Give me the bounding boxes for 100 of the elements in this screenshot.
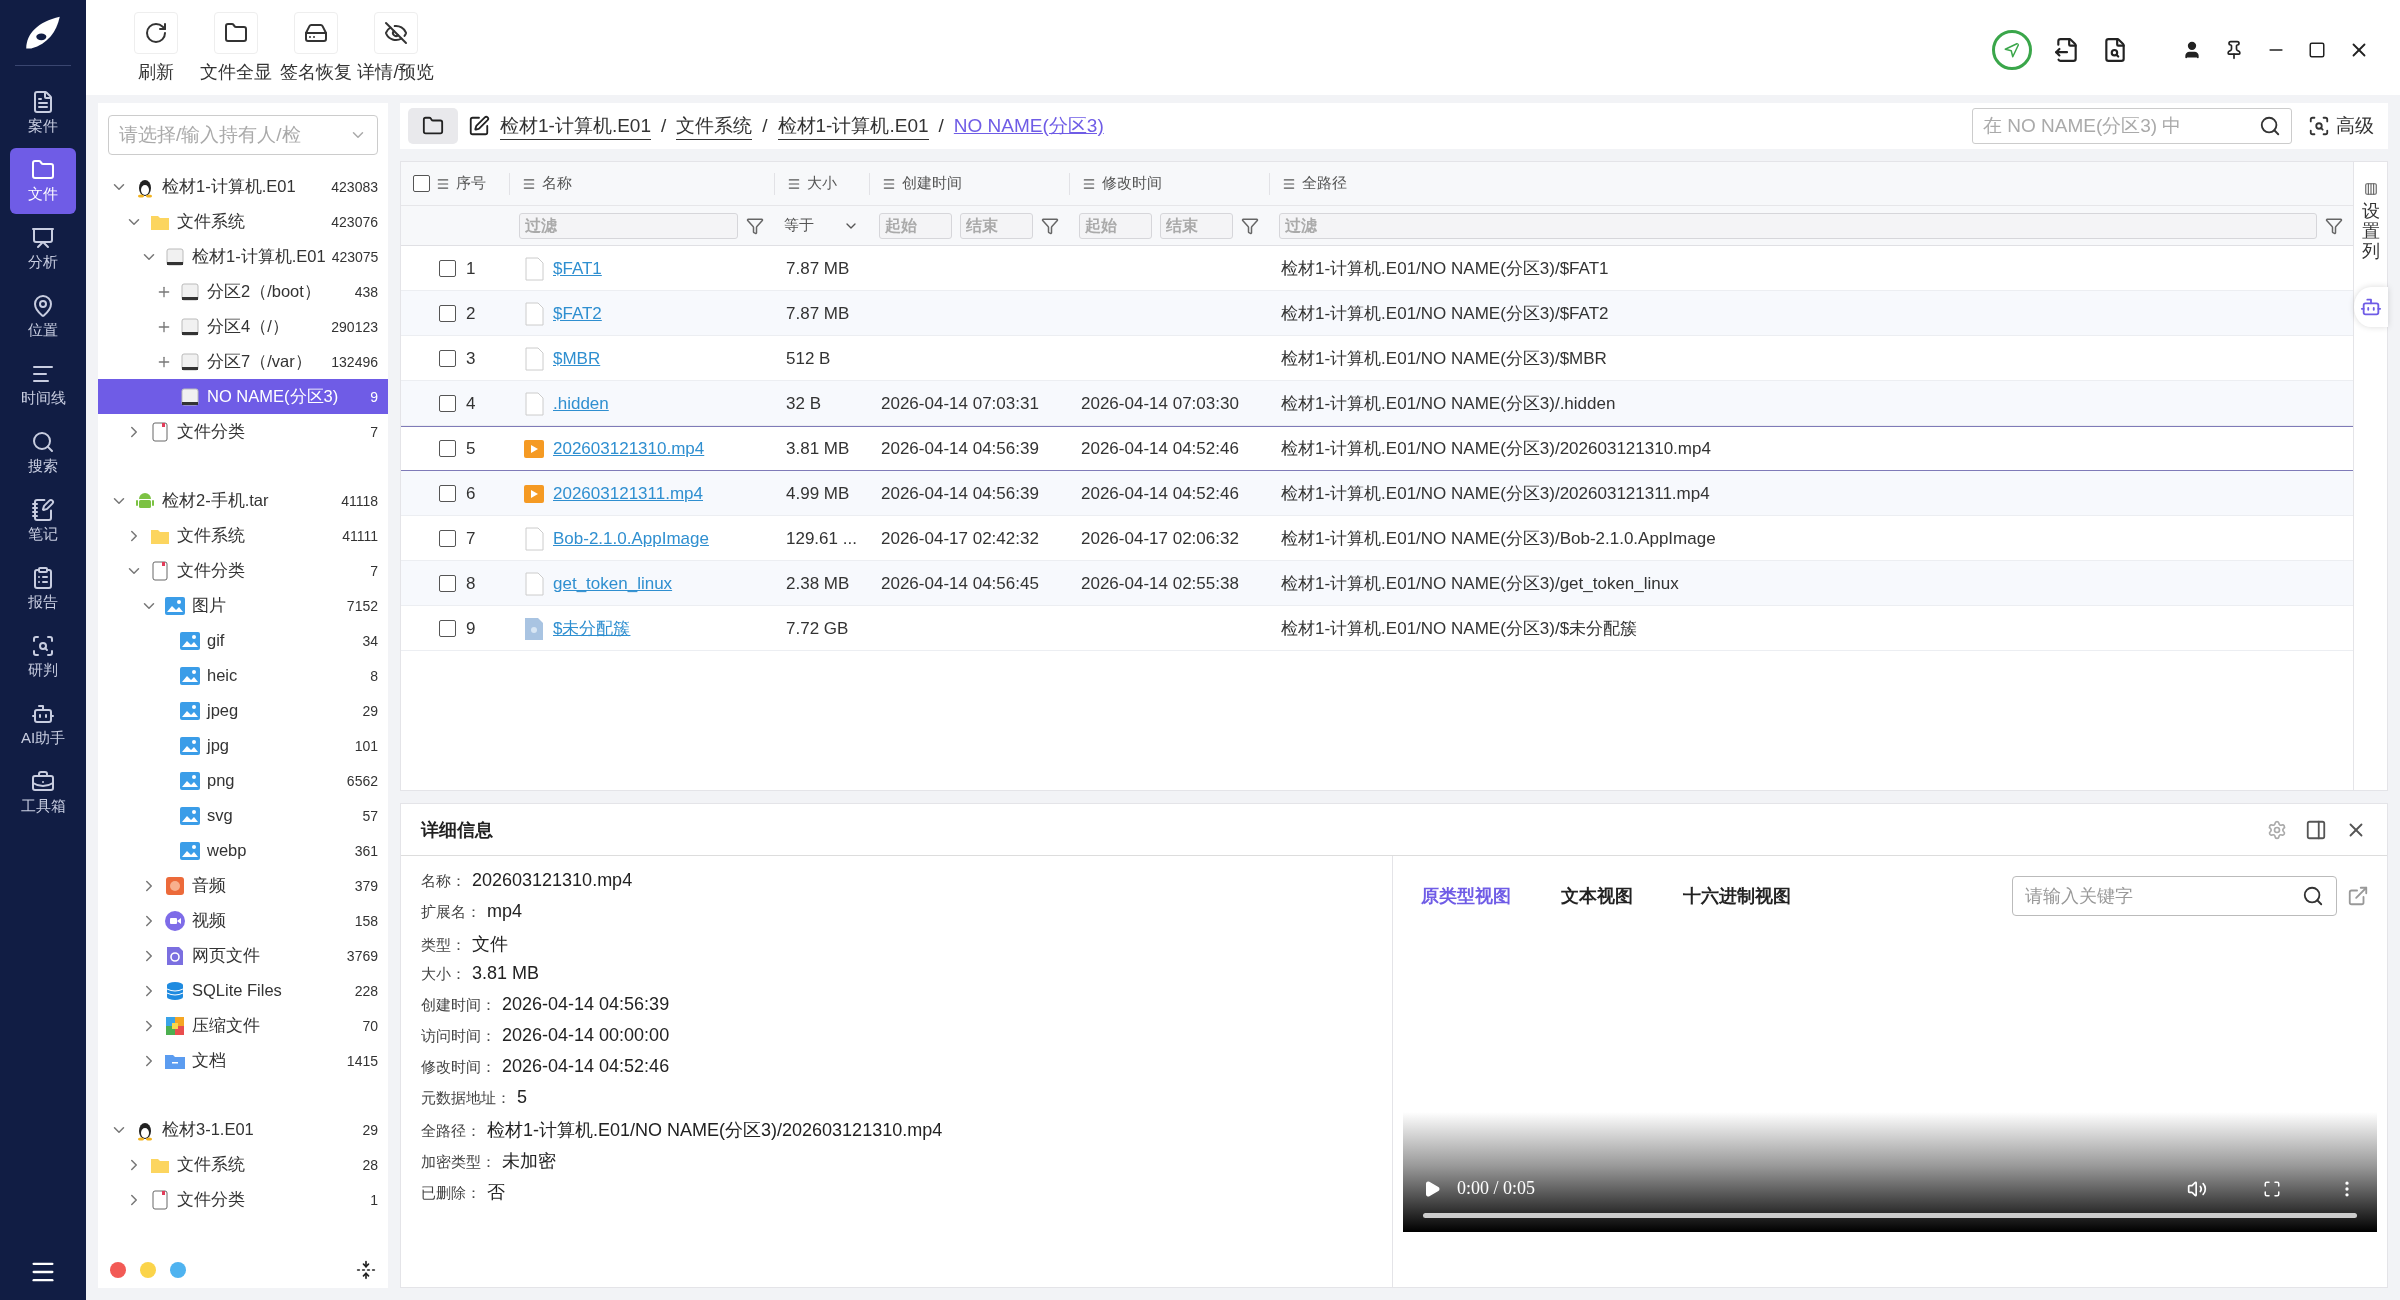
file-name-link[interactable]: $MBR (553, 348, 601, 369)
date-field[interactable]: 起始 (1079, 212, 1152, 239)
date-field[interactable]: 结束 (1160, 212, 1233, 239)
filter-icon[interactable] (746, 216, 764, 235)
column-menu-icon[interactable] (787, 176, 801, 191)
tree-item[interactable]: 分区2（/boot） 438 (98, 274, 388, 309)
play-icon[interactable] (1423, 1179, 1441, 1198)
nav-item[interactable]: 分析 (10, 216, 76, 282)
date-field[interactable]: 起始 (879, 212, 952, 239)
row-checkbox[interactable] (439, 350, 456, 367)
tree-item[interactable]: SQLite Files 228 (98, 973, 388, 1008)
folder-button[interactable] (408, 108, 458, 144)
tree-item[interactable]: 图片 7152 (98, 588, 388, 623)
file-search-icon[interactable] (2102, 37, 2128, 63)
row-checkbox[interactable] (439, 620, 456, 637)
tree-item[interactable]: 文件系统 41111 (98, 518, 388, 553)
nav-item[interactable]: 笔记 (10, 488, 76, 554)
pin-icon[interactable] (2224, 40, 2244, 60)
file-name-link[interactable]: $未分配簇 (553, 617, 631, 640)
row-checkbox[interactable] (439, 530, 456, 547)
tree-item[interactable]: 压缩文件 70 (98, 1008, 388, 1043)
maximize-icon[interactable] (2308, 41, 2326, 59)
breadcrumb-link[interactable]: 检材1-计算机.E01 (500, 112, 651, 140)
column-settings-button[interactable]: 设置列 (2361, 202, 2380, 262)
row-checkbox[interactable] (439, 395, 456, 412)
tree-item[interactable]: svg 57 (98, 798, 388, 833)
filter-icon[interactable] (1241, 216, 1259, 235)
tree-item[interactable]: 音频 379 (98, 868, 388, 903)
row-checkbox[interactable] (439, 440, 456, 457)
breadcrumb-link[interactable]: NO NAME(分区3) (953, 113, 1104, 139)
tree-item[interactable]: 网页文件 3769 (98, 938, 388, 973)
tree-item[interactable]: 检材3-1.E01 29 (98, 1112, 388, 1147)
file-name-link[interactable]: $FAT1 (553, 258, 602, 279)
filter-field[interactable]: 过滤 (1279, 212, 2317, 239)
table-row[interactable]: 6 202603121311.mp4 4.99 MB 2026-04-14 04:56:39 2026-04-14 04:52:46 检材1-计算机.E01/NO NAME(分区3)/202603121311.mp4 (401, 471, 2353, 516)
export-file-icon[interactable] (2054, 37, 2080, 63)
tree-item[interactable]: 文件分类 7 (98, 553, 388, 588)
view-tab[interactable]: 原类型视图 (1421, 884, 1511, 908)
column-header[interactable]: 修改时间 (1102, 174, 1162, 193)
tree-item[interactable]: 分区4（/） 290123 (98, 309, 388, 344)
row-checkbox[interactable] (439, 485, 456, 502)
column-header[interactable]: 序号 (456, 174, 486, 193)
tree-item[interactable]: 分区7（/var） 132496 (98, 344, 388, 379)
user-icon[interactable] (2182, 40, 2202, 60)
column-header[interactable]: 名称 (542, 174, 572, 193)
file-name-link[interactable]: 202603121310.mp4 (553, 438, 705, 459)
tag-dot[interactable] (140, 1262, 156, 1278)
table-row[interactable]: 2 $FAT2 7.87 MB 检材1-计算机.E01/NO NAME(分区3)/$FAT2 (401, 291, 2353, 336)
nav-item[interactable]: 搜索 (10, 420, 76, 486)
date-field[interactable]: 结束 (960, 212, 1033, 239)
tree-item[interactable]: webp 361 (98, 833, 388, 868)
breadcrumb-link[interactable]: 检材1-计算机.E01 (777, 112, 929, 140)
tree-item[interactable]: 文档 1415 (98, 1043, 388, 1078)
row-checkbox[interactable] (439, 575, 456, 592)
tag-dot[interactable] (110, 1262, 126, 1278)
advanced-search-button[interactable]: 高级 (2302, 113, 2380, 139)
column-header[interactable]: 创建时间 (902, 174, 962, 193)
tree-item[interactable]: gif 34 (98, 623, 388, 658)
panel-toggle-icon[interactable] (2305, 818, 2327, 841)
tree-item[interactable]: jpg 101 (98, 728, 388, 763)
assistant-button[interactable] (2353, 287, 2388, 328)
tree-item[interactable]: 文件分类 7 (98, 414, 388, 449)
nav-item[interactable]: 案件 (10, 80, 76, 146)
collapse-icon[interactable] (356, 1260, 376, 1280)
columns-icon[interactable] (2363, 182, 2378, 196)
tree-item[interactable]: 文件系统 28 (98, 1147, 388, 1182)
tree-item[interactable]: 文件系统 423076 (98, 204, 388, 239)
tree-item[interactable]: 文件分类 1 (98, 1182, 388, 1217)
file-name-link[interactable]: Bob-2.1.0.AppImage (553, 528, 709, 549)
toolbar-button[interactable]: 刷新 (116, 12, 196, 84)
filter-icon[interactable] (1041, 216, 1059, 235)
toolbar-button[interactable]: 详情/预览 (356, 12, 436, 84)
column-menu-icon[interactable] (522, 176, 536, 191)
column-header[interactable]: 大小 (807, 174, 837, 193)
tree-item[interactable]: png 6562 (98, 763, 388, 798)
nav-item[interactable]: 研判 (10, 624, 76, 690)
fullscreen-icon[interactable] (2263, 1179, 2281, 1198)
tree-item[interactable]: 视频 158 (98, 903, 388, 938)
navigation-icon[interactable] (1992, 30, 2032, 70)
progress-track[interactable] (1423, 1213, 2357, 1218)
column-header[interactable]: 全路径 (1302, 174, 1347, 193)
nav-item[interactable]: 文件 (10, 148, 76, 214)
filter-icon[interactable] (2325, 216, 2343, 235)
search-icon[interactable] (2302, 885, 2324, 907)
tree-item[interactable]: jpeg 29 (98, 693, 388, 728)
volume-icon[interactable] (2187, 1178, 2207, 1199)
toolbar-button[interactable]: 签名恢复 (276, 12, 356, 84)
column-menu-icon[interactable] (882, 176, 896, 191)
tree-item[interactable]: heic 8 (98, 658, 388, 693)
view-tab[interactable]: 十六进制视图 (1683, 884, 1791, 908)
table-row[interactable]: 8 get_token_linux 2.38 MB 2026-04-14 04:56:45 2026-04-14 02:55:38 检材1-计算机.E01/NO NAME(分区3)/get_token_linux (401, 561, 2353, 606)
open-external-icon[interactable] (2347, 885, 2369, 907)
tree-item[interactable]: 检材1-计算机.E01 423075 (98, 239, 388, 274)
edit-icon[interactable] (468, 115, 490, 137)
nav-item[interactable]: 工具箱 (10, 760, 76, 826)
column-menu-icon[interactable] (436, 176, 450, 191)
tag-dot[interactable] (170, 1262, 186, 1278)
tree-item[interactable]: 检材2-手机.tar 41118 (98, 483, 388, 518)
nav-item[interactable]: 报告 (10, 556, 76, 622)
filter-field[interactable]: 过滤 (519, 212, 738, 239)
